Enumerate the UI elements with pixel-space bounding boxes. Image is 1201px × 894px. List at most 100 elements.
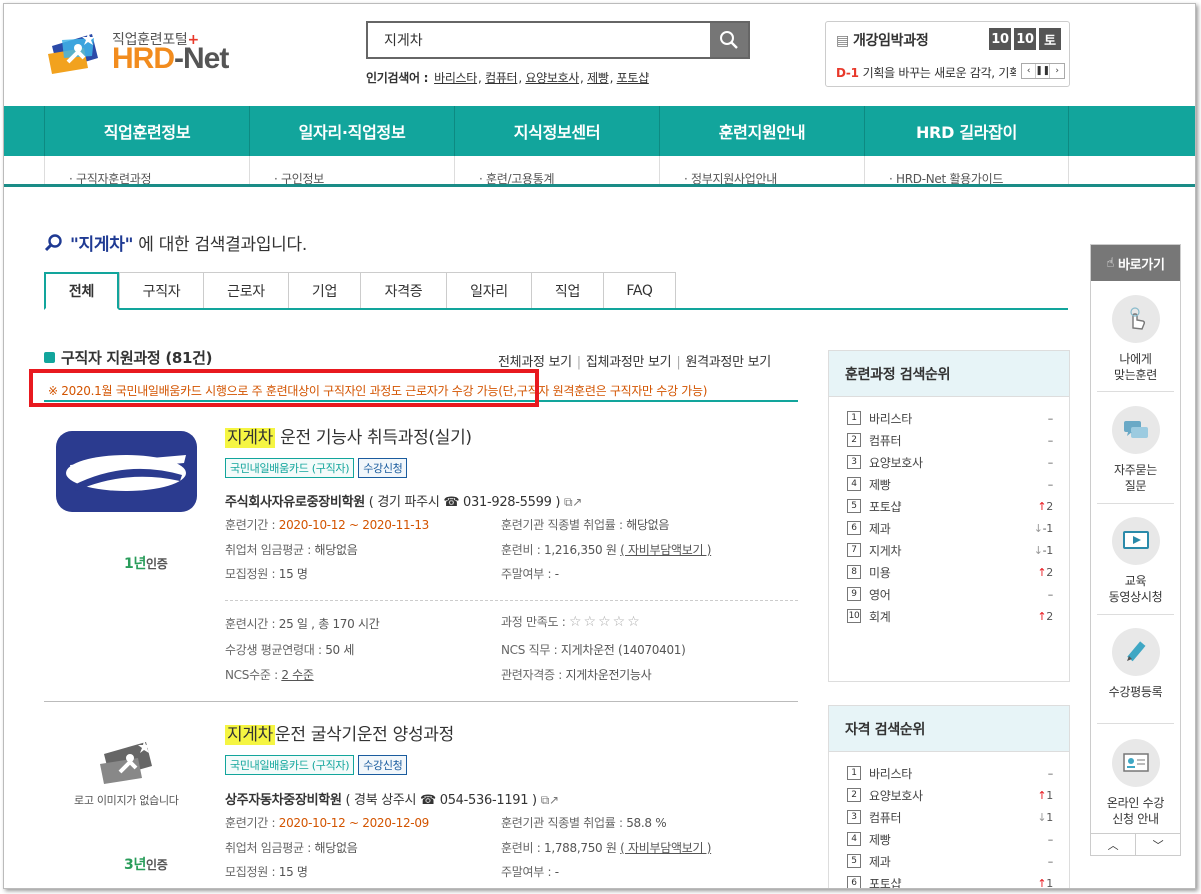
sub-nav-item[interactable]: · 정부지원사업안내 [659,156,864,184]
quick-item-label: 수강평등록 [1108,685,1163,699]
view-all-button[interactable]: 전체과정 보기 [498,355,572,370]
ranking-item[interactable]: 6 포토샵 ↑1 [847,872,1053,889]
tab-worker[interactable]: 근로자 [203,272,289,308]
view-remote-button[interactable]: 원격과정만 보기 [685,355,771,370]
course-logo[interactable] [54,429,199,514]
prev-icon[interactable]: ‹ [1022,64,1036,78]
tab-jobs[interactable]: 일자리 [446,272,532,308]
pointer-hand-icon: ☝ [1106,255,1114,271]
arrow-up-icon: ↑ [1037,876,1047,889]
rank-change-value: 2 [1046,609,1053,623]
bullet-icon [44,352,55,363]
course-title[interactable]: 지게차 운전 기능사 취득과정(실기) [225,423,472,448]
ranking-item[interactable]: 5 포토샵 ↑2 [847,495,1053,517]
rank-change-value: – [1047,411,1054,425]
quick-faq[interactable]: 자주묻는 질문 [1091,406,1180,494]
self-pay-link[interactable]: ( 자비부담액보기 ) [620,543,711,557]
average-age: 수강생 평균연령대 : 50 세 [225,643,355,657]
sub-nav-item[interactable]: · 구인정보 [249,156,454,184]
popular-term[interactable]: 포토샵 [617,71,650,85]
tab-jobseeker[interactable]: 구직자 [119,272,204,308]
popular-term[interactable]: 바리스타 [434,71,477,85]
ranking-item[interactable]: 10 회계 ↑2 [847,605,1053,627]
highlight-box [29,369,539,407]
ranking-item[interactable]: 1 바리스타 – [847,762,1053,784]
pause-icon[interactable]: ❚❚ [1035,64,1050,78]
sub-nav-item[interactable]: · 훈련/고용통계 [454,156,659,184]
external-link-icon[interactable]: ⧉↗ [564,495,582,509]
popular-term[interactable]: 요양보호사 [525,71,579,85]
ranking-item[interactable]: 2 요양보호사 ↑1 [847,784,1053,806]
search-icon [720,31,738,49]
quick-video[interactable]: 교육 동영상시청 [1091,517,1180,605]
rank-change: ↑2 [1017,566,1053,579]
rank-change-value: 2 [1046,565,1053,579]
scroll-up-icon[interactable]: ︿ [1091,834,1136,855]
nav-training-info[interactable]: 직업훈련정보 [44,106,249,156]
search-button[interactable] [710,23,748,57]
rank-keyword: 포토샵 [869,499,902,514]
rank-keyword: 요양보호사 [869,788,923,803]
nav-job-info[interactable]: 일자리·직업정보 [249,106,454,156]
tab-occupation[interactable]: 직업 [531,272,604,308]
ranking-item[interactable]: 9 영어 – [847,583,1053,605]
nav-hrd-guide[interactable]: HRD 길라잡이 [864,106,1069,156]
nav-knowledge-center[interactable]: 지식정보센터 [454,106,659,156]
external-link-icon[interactable]: ⧉↗ [541,793,559,807]
no-logo-text: 로고 이미지가 없습니다 [74,794,179,807]
course-logo-placeholder[interactable] [94,736,164,792]
popular-term[interactable]: 제빵 [587,71,609,85]
ncs-level-link[interactable]: 2 수준 [281,668,314,682]
popular-term[interactable]: 컴퓨터 [485,71,518,85]
upcoming-course-link[interactable]: D-1 기획을 바꾸는 새로운 감각, 기획 [836,64,1016,81]
satisfaction: 과정 만족도 : ☆☆☆☆☆ [501,614,642,630]
tab-company[interactable]: 기업 [288,272,361,308]
ranking-item[interactable]: 7 지게차 ↓-1 [847,539,1053,561]
ranking-item[interactable]: 1 바리스타 – [847,407,1053,429]
ranking-item[interactable]: 5 제과 – [847,850,1053,872]
ranking-item[interactable]: 3 요양보호사 – [847,451,1053,473]
license-search-ranking: 자격 검색순위 1 바리스타 –2 요양보호사 ↑1 3 컴퓨터 ↓1 4 제빵 –5 제과 –6 포토샵… [828,705,1070,889]
ranking-item[interactable]: 4 제빵 – [847,473,1053,495]
rank-keyword: 포토샵 [869,876,902,889]
quick-online-apply[interactable]: 온라인 수강 신청 안내 [1091,739,1180,827]
ranking-item[interactable]: 6 제과 ↓-1 [847,517,1053,539]
institute-name[interactable]: 상주자동차중장비학원 [225,793,342,808]
tab-all[interactable]: 전체 [44,272,119,310]
nav-support-guide[interactable]: 훈련지원안내 [659,106,864,156]
capacity: 모집정원 : 15 명 [225,865,308,879]
course-search-ranking: 훈련과정 검색순위 1 바리스타 –2 컴퓨터 –3 요양보호사 –4 제빵 –5 포토샵 ↑2 6 제… [828,350,1070,682]
view-group-button[interactable]: 집체과정만 보기 [586,355,672,370]
rank-number: 4 [847,832,861,846]
search-input[interactable] [368,23,712,57]
arrow-down-icon: ↓ [1037,810,1047,824]
ranking-item[interactable]: 3 컴퓨터 ↓1 [847,806,1053,828]
tab-faq[interactable]: FAQ [603,272,676,308]
scroll-down-icon[interactable]: ﹀ [1136,834,1180,855]
quick-recommend-training[interactable]: 나에게 맞는훈련 [1091,295,1180,383]
divider [225,600,798,601]
sub-nav-item[interactable]: · 구직자훈련과정 [44,156,249,184]
quick-menu: ☝ 바로가기 나에게 맞는훈련 자주묻는 질문 교육 동영상시청 수강평등록 온라… [1090,244,1181,856]
self-pay-link[interactable]: ( 자비부담액보기 ) [620,841,711,855]
apply-badge[interactable]: 수강신청 [358,458,408,478]
tab-license[interactable]: 자격증 [360,272,447,308]
ranking-item[interactable]: 2 컴퓨터 – [847,429,1053,451]
quick-scroll: ︿ ﹀ [1091,833,1180,855]
rank-keyword: 컴퓨터 [869,810,902,825]
apply-badge[interactable]: 수강신청 [358,755,408,775]
course-title[interactable]: 지게차 운전 굴삭기운전 양성과정 [225,720,454,745]
id-card-icon [1111,739,1160,787]
ranking-item[interactable]: 4 제빵 – [847,828,1053,850]
institute-info: 주식회사자유로중장비학원 ( 경기 파주시 ☎ 031-928-5599 ) ⧉… [225,495,583,510]
sub-nav-item[interactable]: · HRD-Net 활용가이드 [864,156,1069,184]
upcoming-controls: ‹ ❚❚ › [1021,63,1065,79]
institute-name[interactable]: 주식회사자유로중장비학원 [225,495,365,510]
popular-keywords: 인기검색어 : 바리스타, 컴퓨터, 요양보호사, 제빵, 포토샵 [366,71,650,85]
quick-item-label: 나에게 맞는훈련 [1114,352,1157,382]
rank-change: – [1017,767,1054,780]
rank-keyword: 영어 [869,587,891,602]
ranking-item[interactable]: 8 미용 ↑2 [847,561,1053,583]
next-icon[interactable]: › [1050,64,1064,78]
quick-review[interactable]: 수강평등록 [1091,628,1180,700]
